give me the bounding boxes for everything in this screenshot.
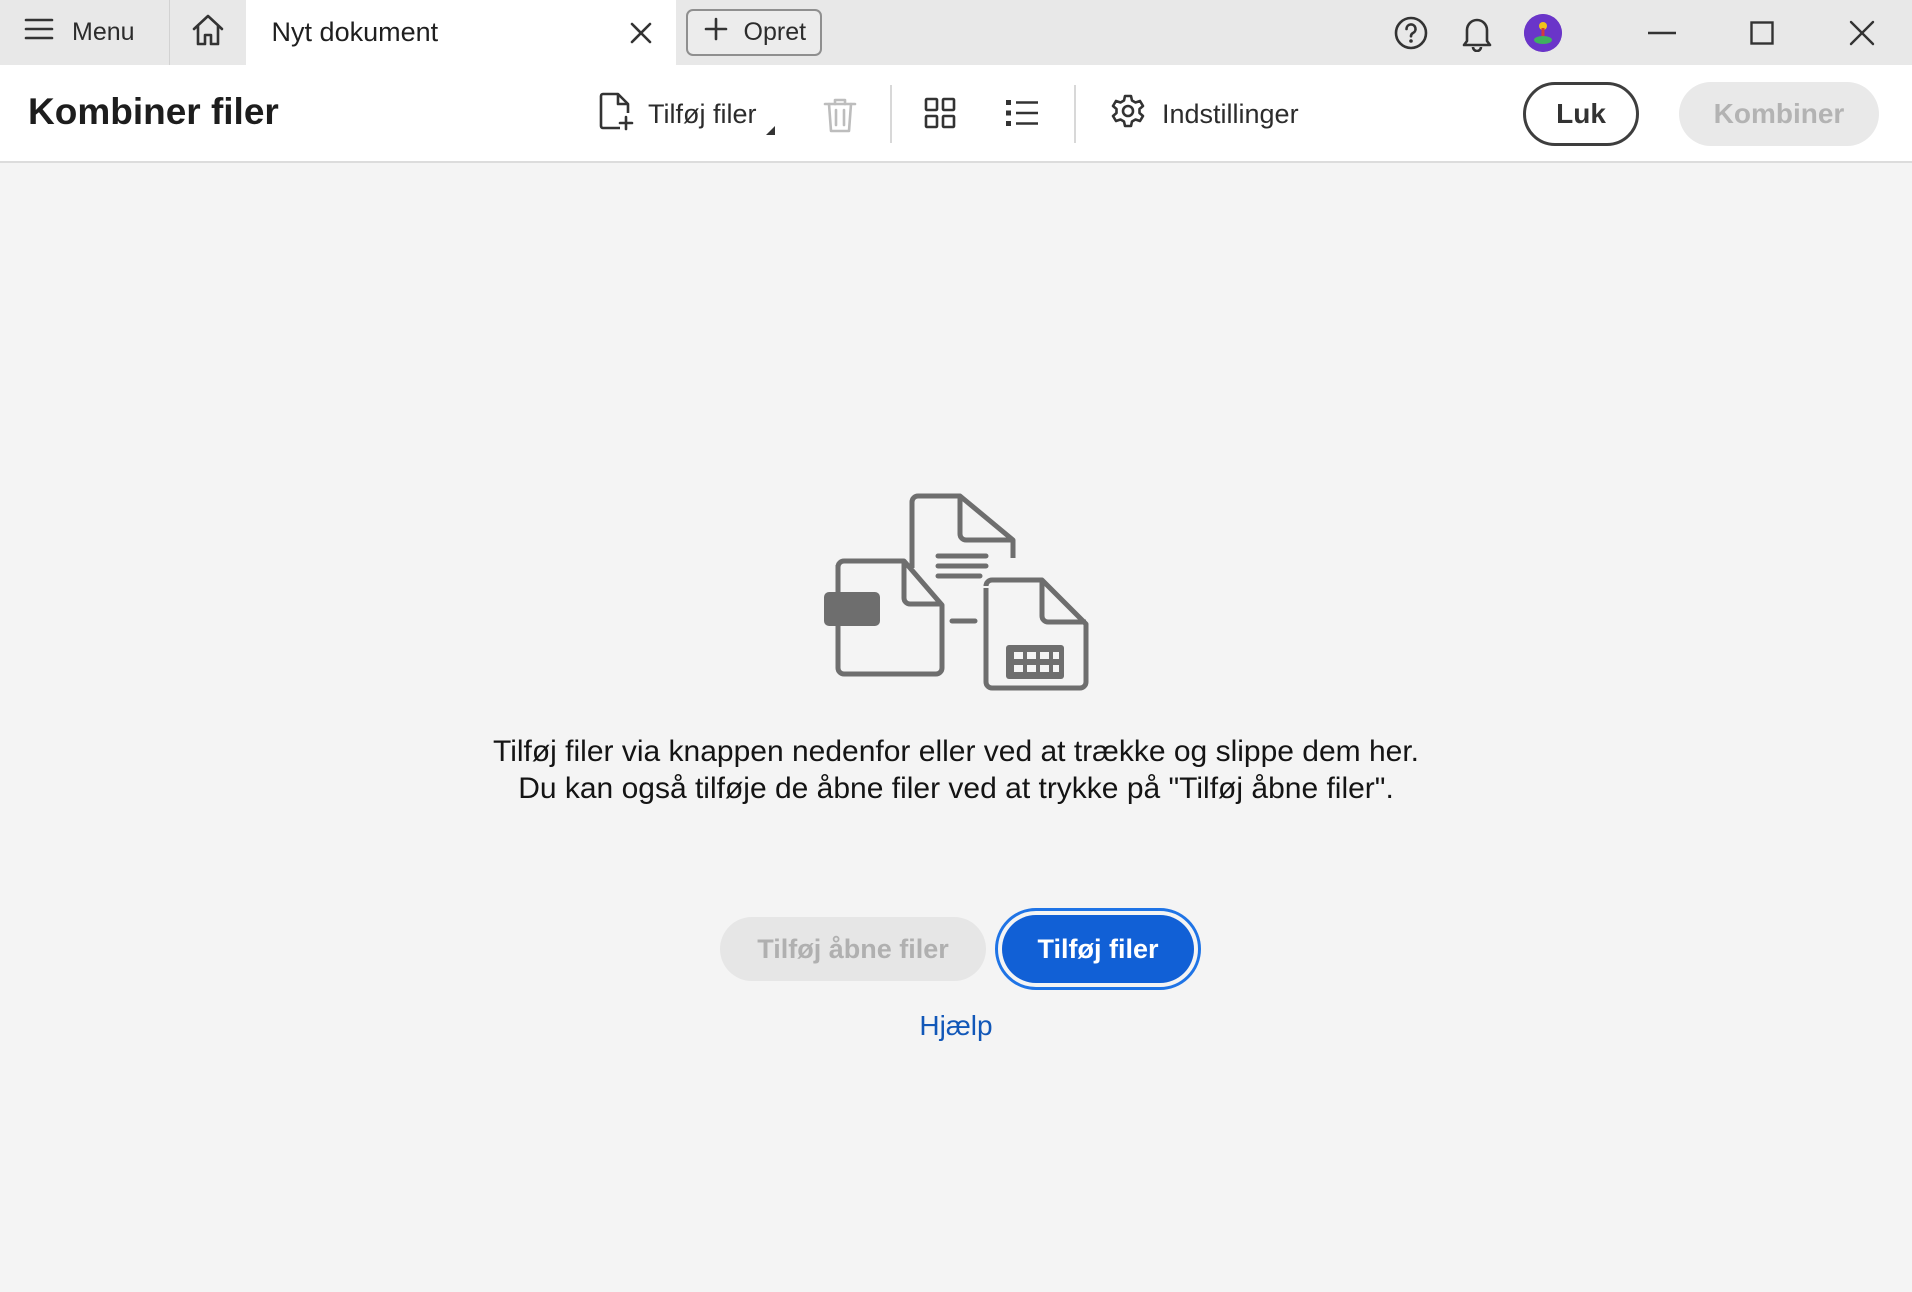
instruction-line-2: Du kan også tilføje de åbne filer ved at… [518,772,1394,805]
toolbar-divider [1074,85,1076,143]
tab-title: Nyt dokument [271,17,439,47]
plus-icon [704,17,728,48]
notifications-button[interactable] [1444,0,1510,65]
combine-button: Kombiner [1679,82,1879,146]
title-bar: Menu Nyt dokument Opret [0,0,1912,65]
list-view-button[interactable] [1000,91,1044,135]
instruction-line-1: Tilføj filer via knappen nedenfor eller … [492,735,1420,768]
help-link[interactable]: Hjælp [0,1010,1912,1042]
settings-button[interactable]: Indstillinger [1110,89,1299,139]
file-drop-area[interactable]: Tilføj filer via knappen nedenfor eller … [0,165,1912,1292]
close-tab-button[interactable] [624,16,658,50]
add-files-toolbar-button[interactable]: Tilføj filer [598,89,775,139]
menu-button[interactable]: Menu [0,0,170,65]
document-tab[interactable]: Nyt dokument [245,0,676,65]
trash-icon [823,98,857,133]
home-icon [190,13,226,52]
close-window-button[interactable] [1812,0,1912,65]
minimize-button[interactable] [1612,0,1712,65]
profile-button[interactable] [1510,0,1576,65]
add-files-button[interactable]: Tilføj filer [1002,915,1194,983]
maximize-icon [1750,20,1774,45]
grid-view-button[interactable] [918,91,962,135]
close-icon [1849,20,1875,45]
maximize-button[interactable] [1712,0,1812,65]
add-files-label: Tilføj filer [648,98,757,129]
close-icon [630,22,651,43]
instructions-text: Tilføj filer via knappen nedenfor eller … [0,733,1912,807]
close-button[interactable]: Luk [1523,82,1639,146]
help-button[interactable] [1378,0,1444,65]
create-label: Opret [743,18,807,46]
menu-label: Menu [72,18,135,46]
delete-button [818,93,862,137]
help-icon [1394,16,1428,49]
page-title: Kombiner filer [28,91,279,132]
hamburger-icon [24,17,54,48]
grid-view-icon [924,97,956,129]
gear-icon [1110,93,1146,136]
create-button[interactable]: Opret [685,9,823,56]
toolbar-divider [890,85,892,143]
add-file-icon [598,91,634,138]
add-files-button-focus-ring: Tilføj filer [995,908,1201,990]
minimize-icon [1648,31,1676,34]
add-open-files-button: Tilføj åbne filer [720,917,986,981]
settings-label: Indstillinger [1162,98,1299,129]
combine-toolbar: Kombiner filer Tilføj filer Indstillinge… [0,65,1912,163]
home-button[interactable] [170,0,246,65]
bell-icon [1462,18,1492,52]
list-view-icon [1006,100,1038,126]
combine-files-illustration [820,490,1090,720]
avatar [1524,13,1562,52]
dropdown-caret-icon[interactable] [765,126,775,135]
